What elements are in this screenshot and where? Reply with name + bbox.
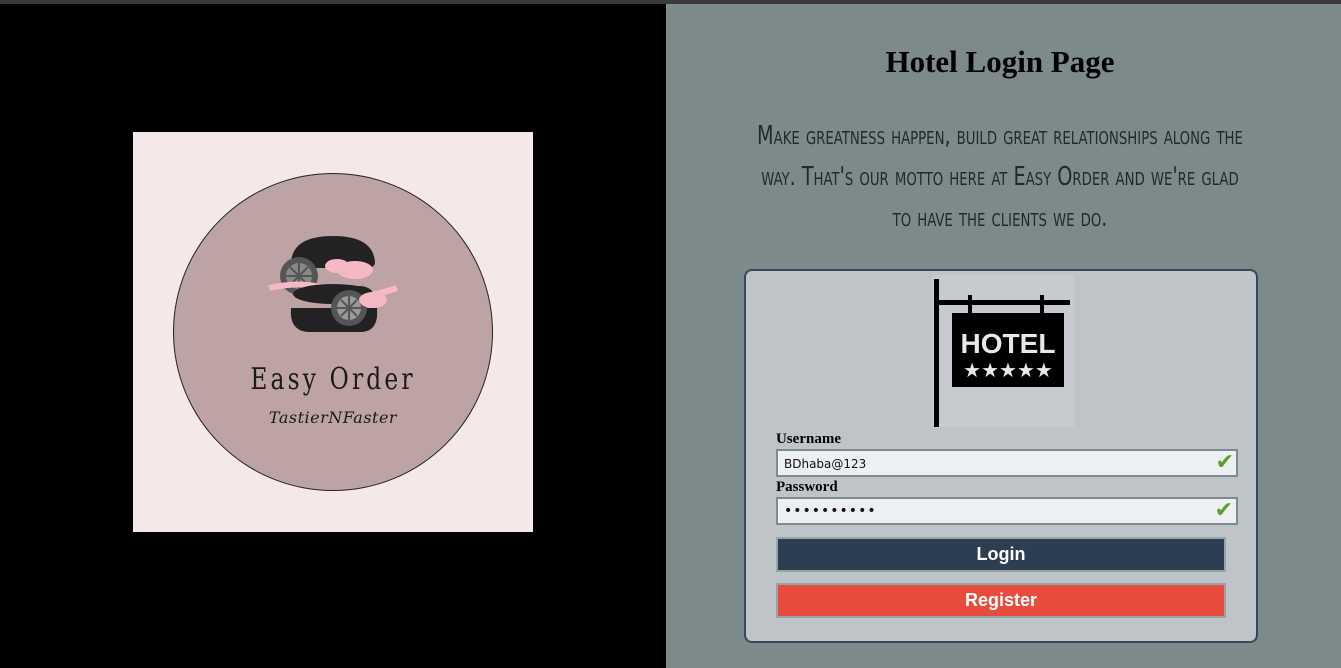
- password-valid-check-icon: ✔: [1214, 498, 1234, 523]
- sign-text: HOTEL: [961, 328, 1056, 359]
- username-value: BDhaba@123: [784, 457, 867, 471]
- sign-stars: ★★★★★: [963, 358, 1053, 382]
- page-title: Hotel Login Page: [885, 44, 1115, 79]
- password-label: Password: [776, 479, 838, 495]
- username-field[interactable]: BDhaba@123 ✔: [776, 449, 1238, 477]
- brand-name: Easy Order: [250, 362, 416, 397]
- username-label: Username: [776, 431, 841, 447]
- login-button[interactable]: Login: [776, 537, 1226, 572]
- right-panel: Hotel Login Page Make greatness happen, …: [666, 4, 1341, 668]
- login-form: HOTEL ★★★★★ Username BDhaba@123 ✔ Passwo…: [744, 269, 1258, 643]
- username-valid-check-icon: ✔: [1215, 450, 1234, 475]
- burger-icon: [268, 236, 398, 332]
- password-value: ••••••••••: [784, 503, 877, 519]
- hotel-sign-icon: HOTEL ★★★★★: [932, 275, 1074, 427]
- register-button[interactable]: Register: [776, 583, 1226, 618]
- brand-tagline: TastierNFaster: [268, 408, 398, 427]
- brand-logo-card: Easy Order TastierNFaster: [133, 132, 533, 532]
- motto-text: Make greatness happen, build great relat…: [757, 121, 1243, 233]
- left-panel: Easy Order TastierNFaster: [0, 4, 666, 668]
- password-field[interactable]: •••••••••• ✔: [776, 497, 1238, 525]
